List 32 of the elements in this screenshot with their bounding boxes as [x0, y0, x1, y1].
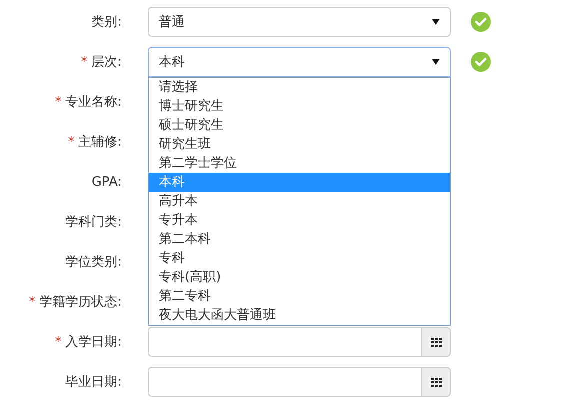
dropdown-option[interactable]: 硕士研究生: [149, 116, 450, 135]
dropdown-option[interactable]: 请选择: [149, 78, 450, 97]
field-label: * 入学日期:: [55, 335, 123, 350]
dropdown-option[interactable]: 专科(高职): [149, 268, 450, 287]
select-field[interactable]: 本科: [148, 47, 451, 77]
dropdown-option[interactable]: 第二专科: [149, 287, 450, 306]
grid-icon: [430, 338, 442, 346]
field-label: * 学籍学历状态:: [29, 295, 123, 310]
select-field[interactable]: 普通: [148, 7, 451, 37]
field-label: * 专业名称:: [55, 95, 123, 110]
dropdown-option[interactable]: 夜大电大函大普通班: [149, 306, 450, 325]
dropdown-option[interactable]: 博士研究生: [149, 97, 450, 116]
dropdown-option[interactable]: 专科: [149, 249, 450, 268]
field-label: * 主辅修:: [68, 135, 123, 150]
dropdown-option[interactable]: 专升本: [149, 211, 450, 230]
field-label: 学位类别:: [66, 255, 123, 270]
date-field[interactable]: [148, 367, 422, 397]
dropdown-option[interactable]: 第二本科: [149, 230, 450, 249]
date-field[interactable]: [148, 327, 422, 357]
field-label: 学科门类:: [66, 215, 123, 230]
calendar-button[interactable]: [422, 367, 451, 397]
field-label: GPA:: [92, 174, 123, 190]
caret-icon: [432, 59, 440, 65]
grid-icon: [430, 378, 442, 386]
field-label: 毕业日期:: [66, 375, 123, 390]
dropdown-option[interactable]: 第二学士学位: [149, 154, 450, 173]
field-label: 类别:: [92, 15, 123, 30]
dropdown-option[interactable]: 研究生班: [149, 135, 450, 154]
calendar-button[interactable]: [422, 327, 451, 357]
field-label: * 层次:: [81, 55, 123, 70]
caret-icon: [432, 19, 440, 25]
dropdown-option[interactable]: 高升本: [149, 192, 450, 211]
